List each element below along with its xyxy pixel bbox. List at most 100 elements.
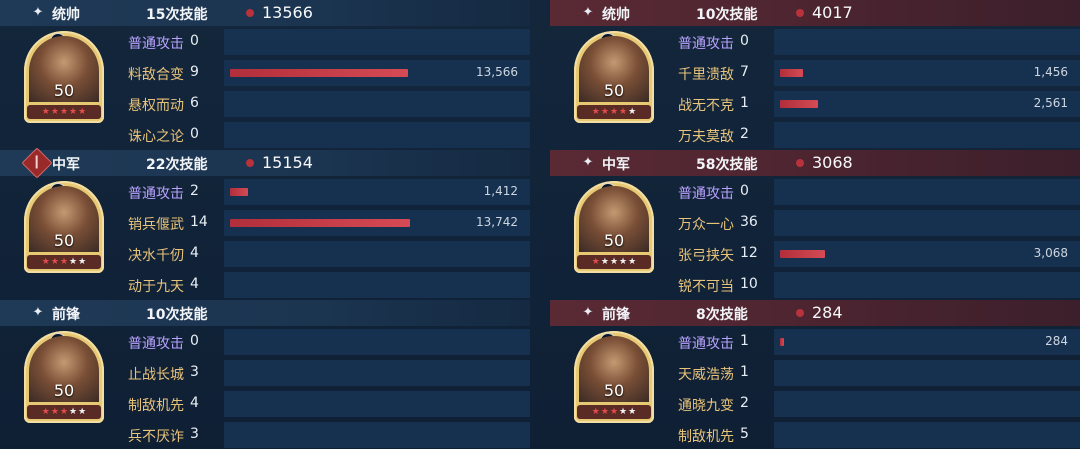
general-panel-right-1: ✦统帅10次技能4017⛨50★★★★★普通攻击0千里溃敌71,456战无不克1… bbox=[550, 0, 1080, 148]
general-portrait[interactable]: ⛨50★★★★★ bbox=[24, 181, 104, 273]
star-icon: ★ bbox=[78, 107, 87, 117]
damage-dot-icon bbox=[796, 9, 804, 17]
general-portrait[interactable]: ⛨50★★★★★ bbox=[574, 31, 654, 123]
damage-bar bbox=[230, 219, 410, 227]
star-icon: ★ bbox=[628, 107, 637, 117]
star-icon: ✦ bbox=[32, 305, 44, 320]
skill-row: 销兵偃武 14 13,742 bbox=[120, 209, 530, 237]
star-rating: ★ ★ ★ ★ ★ bbox=[27, 405, 101, 419]
star-icon: ✦ bbox=[582, 155, 594, 170]
panel-header: ✦ 前锋 8次技能 284 bbox=[550, 300, 1080, 326]
star-icon: ★ bbox=[628, 407, 637, 417]
skill-cast-count: 0 bbox=[190, 126, 199, 142]
row-background bbox=[224, 91, 530, 117]
skill-row: 通晓九变 2 bbox=[670, 390, 1080, 418]
star-rating: ★ ★ ★ ★ ★ bbox=[27, 255, 101, 269]
row-background bbox=[774, 391, 1080, 417]
damage-dot-icon bbox=[246, 159, 254, 167]
skill-cast-count: 2 bbox=[190, 183, 199, 199]
star-icon: ★ bbox=[69, 257, 78, 267]
skill-damage: 1,456 bbox=[1033, 65, 1068, 79]
skill-name: 普通攻击 bbox=[128, 336, 184, 352]
panel-body: ⛨50★★★★★普通攻击0千里溃敌71,456战无不克12,561万夫莫敌2 bbox=[550, 28, 1080, 148]
general-level: 50 bbox=[603, 381, 625, 400]
skill-row: 普通攻击 0 bbox=[120, 28, 530, 56]
general-portrait[interactable]: ⛨50★★★★★ bbox=[24, 31, 104, 123]
panel-body: ⛨50★★★★★普通攻击0止战长城3制敌机先4兵不厌诈3 bbox=[0, 328, 530, 448]
skill-row: 万众一心 36 bbox=[670, 209, 1080, 237]
general-panel-left-3: ✦前锋10次技能⛨50★★★★★普通攻击0止战长城3制敌机先4兵不厌诈3 bbox=[0, 300, 530, 448]
flag-icon bbox=[21, 147, 53, 179]
skill-name: 决水千仞 bbox=[128, 248, 184, 264]
row-background bbox=[224, 29, 530, 55]
role-name: 统帅 bbox=[602, 7, 630, 23]
skill-name: 千里溃敌 bbox=[678, 67, 734, 83]
row-background bbox=[774, 122, 1080, 148]
row-background bbox=[224, 241, 530, 267]
skill-name: 料敌合变 bbox=[128, 67, 184, 83]
star-icon: ★ bbox=[50, 257, 59, 267]
general-portrait[interactable]: ⛨50★★★★★ bbox=[574, 331, 654, 423]
star-icon: ★ bbox=[41, 257, 50, 267]
star-icon: ✦ bbox=[32, 5, 44, 20]
skill-count: 10次技能 bbox=[146, 307, 208, 323]
star-icon: ★ bbox=[41, 407, 50, 417]
star-icon: ✦ bbox=[582, 5, 594, 20]
star-icon: ★ bbox=[609, 407, 619, 417]
skill-row: 普通攻击 0 bbox=[670, 28, 1080, 56]
skill-count: 22次技能 bbox=[146, 157, 208, 173]
skill-cast-count: 0 bbox=[190, 333, 199, 349]
row-background bbox=[224, 122, 530, 148]
star-icon: ★ bbox=[50, 107, 59, 117]
skill-cast-count: 3 bbox=[190, 426, 199, 442]
row-background bbox=[774, 272, 1080, 298]
skill-name: 悬权而动 bbox=[128, 98, 184, 114]
skill-row: 普通攻击 0 bbox=[670, 178, 1080, 206]
star-icon: ★ bbox=[78, 407, 87, 417]
star-icon: ★ bbox=[69, 407, 78, 417]
skill-row: 锐不可当 10 bbox=[670, 271, 1080, 299]
panel-header: 中军 22次技能 15154 bbox=[0, 147, 530, 179]
row-background bbox=[774, 29, 1080, 55]
skill-row: 普通攻击 0 bbox=[120, 328, 530, 356]
skill-cast-count: 1 bbox=[740, 95, 749, 111]
panel-header: ✦ 统帅 15次技能 13566 bbox=[0, 0, 530, 26]
star-icon: ★ bbox=[59, 407, 69, 417]
skill-cast-count: 2 bbox=[740, 395, 749, 411]
skill-row: 张弓挟矢 12 3,068 bbox=[670, 240, 1080, 268]
skill-cast-count: 0 bbox=[740, 183, 749, 199]
row-background bbox=[224, 272, 530, 298]
skill-cast-count: 3 bbox=[190, 364, 199, 380]
star-icon: ★ bbox=[619, 107, 628, 117]
skill-name: 普通攻击 bbox=[128, 186, 184, 202]
panel-header: ✦ 前锋 10次技能 bbox=[0, 300, 530, 326]
star-icon: ★ bbox=[591, 257, 600, 267]
row-background bbox=[774, 179, 1080, 205]
skill-name: 兵不厌诈 bbox=[128, 429, 184, 445]
general-panel-left-1: ✦统帅15次技能13566⛨50★★★★★普通攻击0料敌合变913,566悬权而… bbox=[0, 0, 530, 148]
role-name: 统帅 bbox=[52, 7, 80, 23]
skill-damage: 284 bbox=[1045, 334, 1068, 348]
skill-cast-count: 6 bbox=[190, 95, 199, 111]
general-portrait[interactable]: ⛨50★★★★★ bbox=[574, 181, 654, 273]
skill-row: 决水千仞 4 bbox=[120, 240, 530, 268]
skill-name: 天威浩荡 bbox=[678, 367, 734, 383]
star-icon: ★ bbox=[600, 107, 609, 117]
skill-cast-count: 10 bbox=[740, 276, 758, 292]
role-name: 中军 bbox=[52, 157, 80, 173]
star-icon: ★ bbox=[78, 257, 87, 267]
skill-name: 万夫莫敌 bbox=[678, 129, 734, 145]
total-damage: 3068 bbox=[812, 153, 853, 172]
damage-dot-icon bbox=[796, 159, 804, 167]
star-icon: ★ bbox=[59, 107, 69, 117]
skill-name: 张弓挟矢 bbox=[678, 248, 734, 264]
skill-row: 悬权而动 6 bbox=[120, 90, 530, 118]
star-icon: ★ bbox=[600, 407, 609, 417]
damage-dot-icon bbox=[796, 309, 804, 317]
general-portrait[interactable]: ⛨50★★★★★ bbox=[24, 331, 104, 423]
skill-name: 通晓九变 bbox=[678, 398, 734, 414]
skill-row: 千里溃敌 7 1,456 bbox=[670, 59, 1080, 87]
damage-bar bbox=[230, 69, 408, 77]
skill-cast-count: 36 bbox=[740, 214, 758, 230]
general-level: 50 bbox=[53, 381, 75, 400]
